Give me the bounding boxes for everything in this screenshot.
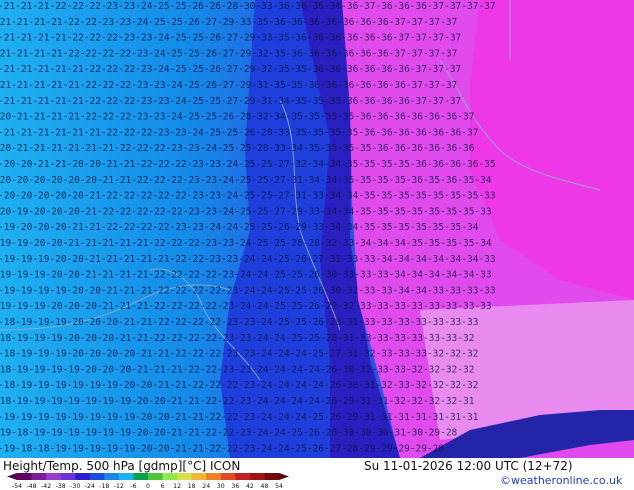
color-scale-swatch: [133, 473, 149, 480]
color-scale-tick-label: 48: [261, 483, 269, 489]
isotherm-label-row: -21-21-21-21-21-22-22-22-23-24-25-25-26-…: [0, 64, 461, 75]
isotherm-label-row: -20-20-20-20-20-21-22-22-22-22-22-23-23-…: [0, 191, 496, 202]
color-scale-swatch: [89, 473, 105, 480]
color-scale-swatch: [235, 473, 251, 480]
isotherm-label-row: -20-20-20-20-20-20-21-21-22-22-22-23-23-…: [0, 175, 492, 186]
color-scale-tick-label: -18: [99, 483, 109, 489]
isotherm-label-row: -19-19-19-20-20-21-21-21-21-21-22-22-23-…: [0, 254, 496, 265]
color-scale-tick-label: 24: [202, 483, 210, 489]
isotherm-label-row: -18-19-19-19-19-20-20-20-21-21-21-22-22-…: [0, 364, 474, 375]
color-scale-bar: -54 -48 -42 -38 -30 -24 -18 -12 -6 0 6 12 18 24 30 36 42…: [7, 473, 289, 489]
color-scale-swatch: [46, 473, 61, 480]
color-scale-tick-label: -6: [130, 483, 136, 489]
isotherm-label-row: -19-19-19-20-20-20-21-21-21-22-22-22-22-…: [0, 301, 492, 312]
isotherm-label-row: -21-21-21-21-21-22-22-22-23-23-24-25-26-…: [0, 80, 457, 91]
isotherm-label-row: -18-19-19-19-20-20-20-21-21-22-22-22-22-…: [0, 333, 474, 344]
isotherm-label-row: -19-18-18-19-19-19-19-19-20-20-21-21-22-…: [0, 443, 444, 454]
color-scale-tick-label: -12: [114, 483, 124, 489]
color-scale-tick-label: -30: [70, 483, 80, 489]
color-scale-swatch: [249, 473, 265, 480]
color-scale-swatch: [104, 473, 120, 480]
color-scale-swatch: [31, 473, 47, 480]
color-scale-swatch: [17, 473, 32, 480]
color-scale-tick-label: 30: [217, 483, 225, 489]
color-scale-tick-label: 42: [246, 483, 254, 489]
isotherm-label-row: -20-21-21-21-21-22-22-22-23-23-24-25-25-…: [0, 112, 474, 123]
credit-link[interactable]: ©weatheronline.co.uk: [500, 474, 622, 487]
color-scale-tick-label: -54: [12, 483, 22, 489]
isotherm-label-row: -18-19-19-19-20-20-20-20-21-21-22-22-22-…: [0, 349, 478, 360]
isotherm-label-row: -20-19-20-20-20-21-22-22-22-22-22-23-23-…: [0, 206, 492, 217]
isotherm-label-row: -21-21-21-21-21-21-22-22-22-23-23-24-25-…: [0, 127, 478, 138]
isotherm-label-row: -19-19-19-19-20-20-21-21-21-22-22-22-22-…: [0, 285, 496, 296]
color-scale-left-arrow: [7, 473, 17, 480]
color-scale-swatch: [75, 473, 91, 480]
isotherm-label-row: -20-21-21-21-21-21-21-22-22-22-23-23-24-…: [0, 143, 475, 154]
isotherm-label-row: -20-20-21-21-20-20-21-21-22-22-22-23-23-…: [0, 159, 496, 170]
color-scale-tick-label: 36: [231, 483, 239, 489]
isotherm-label-row: -18-19-19-19-19-19-19-19-20-20-21-21-22-…: [0, 396, 475, 407]
color-scale-tick-label: -38: [56, 483, 66, 489]
color-scale-swatch: [191, 473, 207, 480]
color-scale-tick-label: -42: [41, 483, 51, 489]
isotherm-label-row: -21-21-21-21-22-22-23-23-24-25-25-26-27-…: [0, 17, 457, 28]
isotherm-label-row: -18-19-19-19-19-19-19-20-20-21-21-22-22-…: [0, 380, 478, 391]
isotherm-label-row: -19-18-19-19-19-19-19-19-20-20-21-21-22-…: [0, 428, 458, 439]
isotherm-label-row: -21-21-21-22-22-22-23-23-24-25-25-26-26-…: [0, 1, 496, 12]
isotherm-labels: -21-21-21-22-22-22-23-23-24-25-25-26-26-…: [0, 1, 496, 454]
color-scale-tick-label: 0: [146, 483, 150, 489]
isotherm-label-row: -21-21-21-21-22-22-22-22-23-24-25-25-26-…: [0, 48, 457, 59]
color-scale-swatch: [177, 473, 192, 480]
color-scale-right-arrow: [279, 473, 289, 480]
color-scale-tick-label: 54: [275, 483, 283, 489]
isotherm-label-row: -19-19-20-20-21-21-21-21-21-22-22-22-23-…: [0, 238, 492, 249]
color-scale-tick-label: 18: [188, 483, 196, 489]
temperature-map: -21-21-21-22-22-22-23-23-24-25-25-26-26-…: [0, 0, 634, 458]
color-scale-tick-label: 12: [173, 483, 181, 489]
color-scale-swatch: [162, 473, 178, 480]
isotherm-label-row: -19-20-20-20-21-21-22-22-22-22-23-23-24-…: [0, 222, 479, 233]
isotherm-label-row: -19-19-19-19-19-19-19-19-20-20-21-21-22-…: [0, 412, 479, 423]
map-figure: -21-21-21-22-22-22-23-23-24-25-25-26-26-…: [0, 0, 634, 490]
color-scale-tick-label: -24: [85, 483, 95, 489]
isotherm-label-row: -19-19-19-20-20-21-21-21-21-22-22-22-22-…: [0, 270, 492, 281]
color-scale-swatch: [118, 473, 134, 480]
color-scale-swatch: [60, 473, 76, 480]
color-scale-tick-label: -48: [27, 483, 37, 489]
color-scale-swatch: [220, 473, 236, 480]
isotherm-label-row: -21-21-21-21-22-22-22-23-23-24-25-25-26-…: [0, 33, 461, 44]
isotherm-label-row: -21-21-21-21-21-22-22-22-23-23-24-25-25-…: [0, 96, 461, 107]
footer: Height/Temp. 500 hPa [gdmp][°C] ICON Su …: [0, 458, 634, 490]
color-scale-swatch: [264, 473, 280, 480]
color-scale-swatch: [148, 473, 163, 480]
valid-time: Su 11-01-2026 12:00 UTC (12+72): [364, 459, 573, 473]
chart-title: Height/Temp. 500 hPa [gdmp][°C] ICON: [3, 459, 241, 473]
color-scale-tick-label: 6: [161, 483, 165, 489]
isotherm-label-row: -18-19-19-19-20-20-20-21-21-22-22-22-22-…: [0, 317, 478, 328]
color-scale-swatch: [206, 473, 222, 480]
